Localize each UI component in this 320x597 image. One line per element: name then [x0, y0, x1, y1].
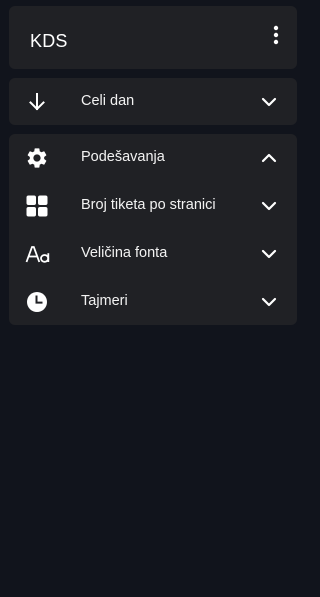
menu-item-label: Celi dan [81, 93, 135, 109]
chevron-down-icon[interactable] [261, 198, 277, 214]
arrow-down-icon [25, 90, 49, 114]
chevron-down-icon[interactable] [261, 246, 277, 262]
settings-item-font-size[interactable]: Veličina fonta [9, 230, 297, 277]
chevron-up-icon[interactable] [261, 150, 277, 166]
grid-icon [25, 194, 49, 218]
settings-item-timers[interactable]: Tajmeri [9, 278, 297, 325]
settings-item-tickets-per-page[interactable]: Broj tiketa po stranici [9, 182, 297, 229]
font-size-icon [25, 242, 50, 266]
view-panel: Celi dan [9, 78, 297, 125]
more-vertical-icon[interactable] [269, 23, 283, 47]
settings-header-label: Podešavanja [81, 149, 165, 165]
app-header: KDS [9, 6, 297, 69]
settings-item-label: Broj tiketa po stranici [81, 197, 216, 213]
chevron-down-icon[interactable] [261, 294, 277, 310]
chevron-down-icon[interactable] [261, 94, 277, 110]
settings-item-label: Veličina fonta [81, 245, 168, 261]
gear-icon [25, 146, 49, 170]
settings-item-label: Tajmeri [81, 293, 128, 309]
app-title: KDS [30, 31, 68, 51]
settings-panel: Podešavanja Broj tiketa po stranici Veli… [9, 134, 297, 325]
clock-icon [25, 290, 49, 314]
settings-header[interactable]: Podešavanja [9, 134, 297, 181]
menu-item-celi-dan[interactable]: Celi dan [9, 78, 297, 125]
